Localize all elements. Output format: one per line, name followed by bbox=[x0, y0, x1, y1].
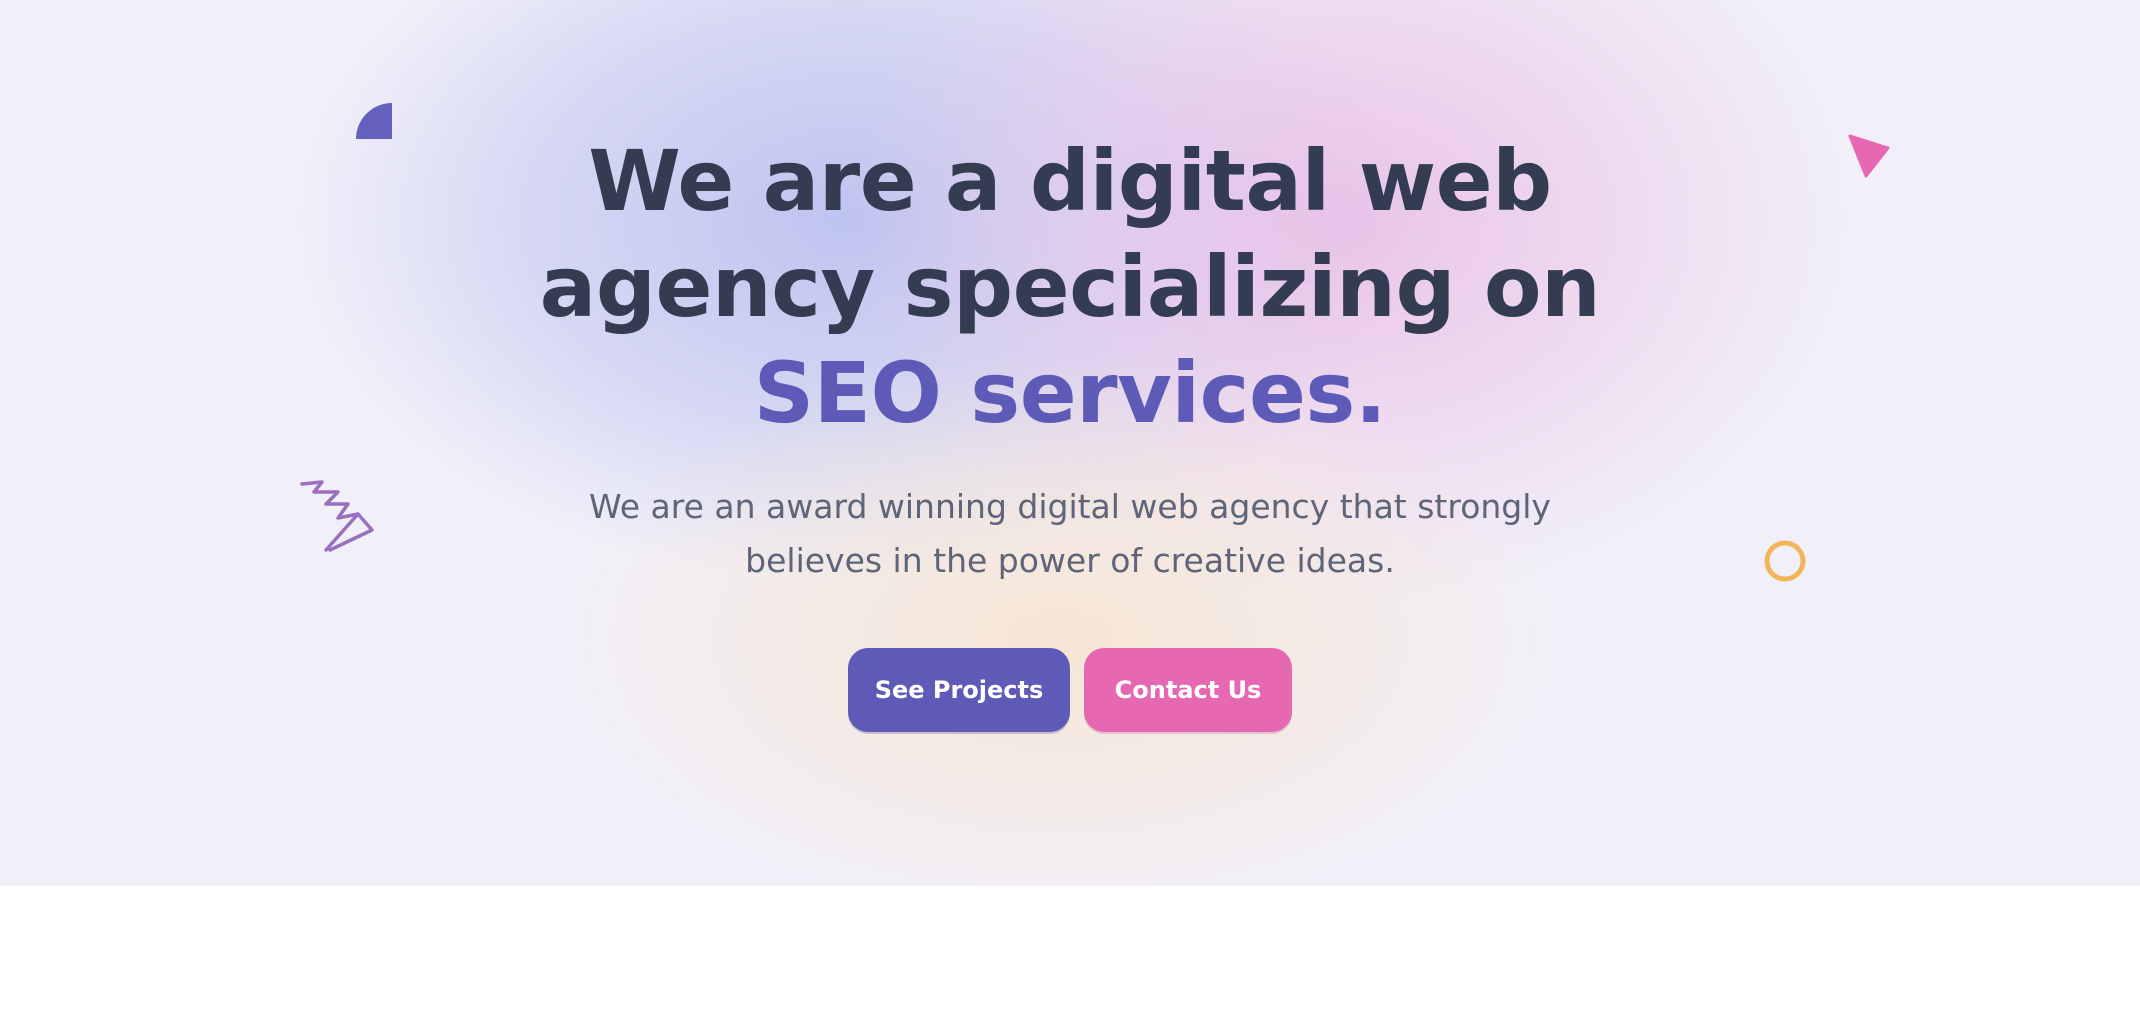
hero-subtext-line-1: We are an award winning digital web agen… bbox=[589, 487, 1551, 526]
page-below-hero bbox=[0, 886, 2140, 1026]
contact-us-button[interactable]: Contact Us bbox=[1084, 648, 1292, 732]
hero-heading: We are a digital web agency specializing… bbox=[0, 128, 2140, 446]
hero-section: We are a digital web agency specializing… bbox=[0, 0, 2140, 886]
hero-heading-line-2: agency specializing on bbox=[539, 238, 1601, 336]
hero-heading-accent: SEO services. bbox=[753, 344, 1387, 442]
see-projects-button[interactable]: See Projects bbox=[848, 648, 1070, 732]
hero-buttons: See Projects Contact Us bbox=[0, 648, 2140, 732]
hero-subtext: We are an award winning digital web agen… bbox=[0, 480, 2140, 588]
hero-heading-line-1: We are a digital web bbox=[588, 132, 1552, 230]
hero-subtext-line-2: believes in the power of creative ideas. bbox=[745, 541, 1395, 580]
